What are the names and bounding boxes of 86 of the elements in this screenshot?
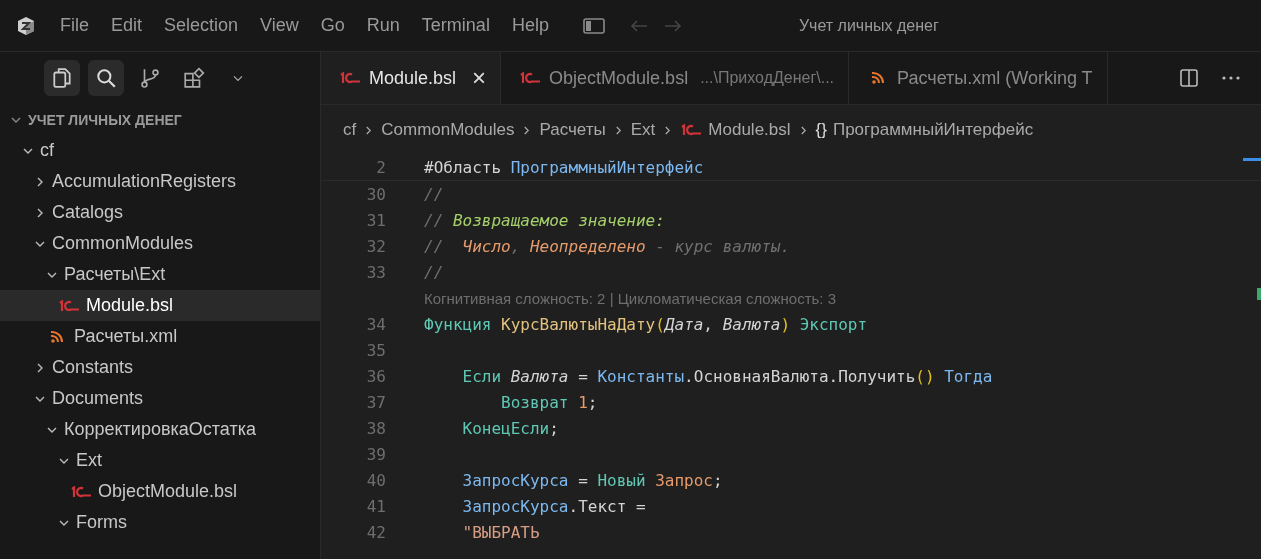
tree-item[interactable]: CommonModules	[0, 228, 320, 259]
braces-icon: {}	[815, 120, 827, 140]
explorer-button[interactable]	[44, 60, 80, 96]
chevron-right-icon	[523, 124, 531, 136]
tree-item[interactable]: КорректировкаОстатка	[0, 414, 320, 445]
line-number: 32	[366, 236, 386, 256]
file-icon	[70, 485, 92, 498]
line-number: 39	[366, 444, 386, 464]
chevron-right-icon	[614, 124, 622, 136]
tab-label: ObjectModule.bsl	[549, 67, 689, 89]
line-number: 34	[366, 314, 386, 334]
editor-tab[interactable]: ObjectModule.bsl ...\ПриходДенег\...	[501, 52, 850, 104]
tree-item[interactable]: Ext	[0, 445, 320, 476]
code-line: ЗапросКурса.Текст =	[461, 496, 646, 516]
search-icon	[95, 67, 117, 89]
menu-item[interactable]: Help	[511, 15, 549, 36]
editor-tab[interactable]: Расчеты.xml (Working T	[849, 52, 1108, 104]
branch-icon	[139, 67, 161, 89]
tree-item[interactable]: cf	[0, 135, 320, 166]
menu-item[interactable]: Run	[366, 15, 400, 36]
breadcrumb-item[interactable]: ПрограммныйИнтерфейс	[832, 120, 1034, 140]
breadcrumb-item[interactable]: CommonModules	[381, 120, 515, 140]
tree-item[interactable]: AccumulationRegisters	[0, 166, 320, 197]
code-line: Функция КурсВалютыНаДату(Дата, Валюта) Экспорт	[424, 314, 868, 334]
explorer-header[interactable]: УЧЕТ ЛИЧНЫХ ДЕНЕГ	[0, 104, 320, 135]
breadcrumb-item[interactable]: Module.bsl	[708, 120, 791, 140]
code-line: // Число, Неопределено - курс валюты.	[424, 236, 791, 256]
blocks-icon	[183, 67, 205, 89]
file-icon	[58, 299, 80, 312]
breadcrumb-item[interactable]: Расчеты	[539, 120, 606, 140]
code-line: //	[424, 262, 444, 282]
line-number: 38	[366, 418, 386, 438]
code-line: //	[424, 184, 444, 204]
breadcrumb-item[interactable]: cf	[343, 120, 357, 140]
menu-item[interactable]: Selection	[164, 15, 239, 36]
window-title: Учет личных денег	[798, 16, 939, 35]
line-number: 30	[366, 184, 386, 204]
line-number: 37	[366, 392, 386, 412]
tree-item[interactable]: Module.bsl	[0, 290, 320, 321]
tree-item[interactable]: ObjectModule.bsl	[0, 476, 320, 507]
close-button[interactable]: ×	[472, 64, 487, 92]
file-icon	[339, 72, 361, 84]
menu-item[interactable]: Terminal	[421, 15, 490, 36]
scrollbar-marker	[1243, 158, 1261, 161]
tree-item[interactable]: Documents	[0, 383, 320, 414]
tree-item[interactable]: Constants	[0, 352, 320, 383]
code-line: Если Валюта = Константы.ОсновнаяВалюта.Получить() Тогда	[461, 366, 993, 386]
line-number: 33	[366, 262, 386, 282]
chevron-right-icon	[365, 124, 373, 136]
code-line: Возврат 1;	[500, 392, 598, 412]
line-number: 42	[366, 522, 386, 542]
tree-item[interactable]: Catalogs	[0, 197, 320, 228]
code-line: // Возвращаемое значение:	[424, 210, 665, 230]
line-number: 2	[376, 158, 386, 177]
scrollbar-marker	[1257, 288, 1261, 300]
more-actions-icon[interactable]	[1221, 75, 1241, 81]
tree-item[interactable]: Расчеты\Ext	[0, 259, 320, 290]
tree-item[interactable]: Расчеты.xml	[0, 321, 320, 352]
tab-label: Module.bsl	[369, 67, 457, 89]
chevron-right-icon	[799, 124, 807, 136]
file-icon	[519, 72, 542, 84]
search-button[interactable]	[88, 60, 124, 96]
code-line: КонецЕсли;	[461, 418, 559, 438]
tree-item[interactable]: Forms	[0, 507, 320, 538]
split-editor-icon[interactable]	[1179, 68, 1199, 88]
line-number: 35	[366, 340, 386, 360]
sidebar-toggle-icon[interactable]	[582, 16, 605, 35]
editor-tab[interactable]: Module.bsl ×	[321, 52, 502, 104]
tab-label: Расчеты.xml (Working T	[897, 67, 1093, 89]
line-number: 40	[366, 470, 386, 490]
line-number: 31	[366, 210, 386, 230]
app-logo-icon	[16, 15, 36, 36]
tab-description: ...\ПриходДенег\...	[700, 69, 835, 87]
breadcrumb-item[interactable]: Ext	[630, 120, 656, 140]
code-line: #Область ПрограммныйИнтерфейс	[424, 158, 704, 177]
files-icon	[51, 67, 73, 89]
menu-item[interactable]: File	[60, 15, 89, 36]
menu-item[interactable]: Edit	[111, 15, 143, 36]
line-number: 36	[366, 366, 386, 386]
line-number: 41	[366, 496, 386, 516]
menu-item[interactable]: Go	[320, 15, 345, 36]
file-icon	[680, 124, 703, 136]
code-line: "ВЫБРАТЬ	[461, 522, 540, 542]
chevron-right-icon	[664, 124, 672, 136]
code-line: ЗапросКурса = Новый Запрос;	[461, 470, 723, 490]
menu-item[interactable]: View	[260, 15, 299, 36]
